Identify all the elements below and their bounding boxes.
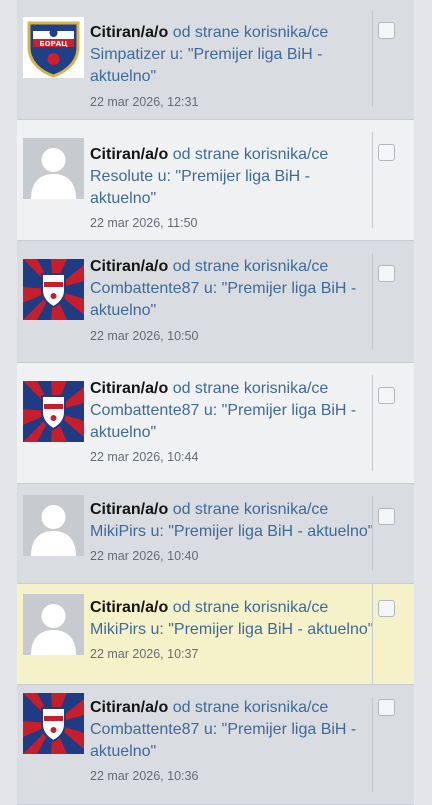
- alert-item[interactable]: Citiran/a/o od strane korisnika/ce Comba…: [17, 685, 414, 805]
- username-link[interactable]: MikiPirs: [90, 523, 146, 540]
- alert-item[interactable]: Citiran/a/o od strane korisnika/ce Comba…: [17, 241, 414, 363]
- divider: [372, 496, 373, 571]
- alert-item[interactable]: БОРАЦ Citiran/a/o od strane korisnika/ce…: [17, 0, 414, 120]
- quoted-label: Citiran/a/o: [90, 699, 169, 716]
- alert-item-unread[interactable]: Citiran/a/o od strane korisnika/ce MikiP…: [17, 584, 414, 685]
- mark-read-checkbox[interactable]: [378, 600, 395, 617]
- username-link[interactable]: MikiPirs: [90, 621, 146, 638]
- in-label: u:: [157, 168, 171, 185]
- mark-read-checkbox[interactable]: [378, 22, 395, 39]
- avatar[interactable]: [23, 693, 84, 754]
- quoted-label: Citiran/a/o: [90, 380, 169, 397]
- alert-date: 22 mar 2026, 12:31: [90, 95, 199, 109]
- username-link[interactable]: Combattente87: [90, 402, 199, 419]
- username-link[interactable]: Resolute: [90, 168, 153, 185]
- quoted-label: Citiran/a/o: [90, 258, 169, 275]
- topic-link[interactable]: "Premijer liga BiH - aktuelno": [168, 621, 373, 638]
- alert-date: 22 mar 2026, 10:36: [90, 769, 199, 783]
- alert-text[interactable]: Citiran/a/o od strane korisnika/ce Comba…: [90, 256, 370, 322]
- alert-item[interactable]: Citiran/a/o od strane korisnika/ce MikiP…: [17, 484, 414, 584]
- username-link[interactable]: Simpatizer: [90, 46, 166, 63]
- alert-date: 22 mar 2026, 10:50: [90, 329, 199, 343]
- topic-link[interactable]: "Premijer liga BiH - aktuelno": [168, 523, 373, 540]
- alert-item[interactable]: Citiran/a/o od strane korisnika/ce Comba…: [17, 363, 414, 484]
- alert-list: БОРАЦ Citiran/a/o od strane korisnika/ce…: [17, 0, 414, 805]
- alert-text[interactable]: Citiran/a/o od strane korisnika/ce Simpa…: [90, 22, 370, 88]
- mark-read-checkbox[interactable]: [378, 699, 395, 716]
- default-avatar-icon[interactable]: [23, 594, 84, 655]
- divider: [372, 584, 373, 684]
- alert-text[interactable]: Citiran/a/o od strane korisnika/ce MikiP…: [90, 499, 375, 543]
- quoted-label: Citiran/a/o: [90, 24, 169, 41]
- avatar[interactable]: БОРАЦ: [23, 17, 84, 78]
- username-link[interactable]: Combattente87: [90, 721, 199, 738]
- alert-date: 22 mar 2026, 10:40: [90, 549, 199, 563]
- avatar[interactable]: [23, 381, 84, 442]
- by-user-label: od strane korisnika/ce: [172, 258, 329, 275]
- alert-text[interactable]: Citiran/a/o od strane korisnika/ce Comba…: [90, 697, 370, 763]
- alert-date: 22 mar 2026, 10:37: [90, 647, 199, 661]
- in-label: u:: [203, 402, 218, 419]
- quoted-label: Citiran/a/o: [90, 146, 169, 163]
- divider: [372, 253, 373, 350]
- mark-read-checkbox[interactable]: [378, 265, 395, 282]
- in-label: u:: [150, 523, 164, 540]
- by-user-label: od strane korisnika/ce: [172, 146, 329, 163]
- quoted-label: Citiran/a/o: [90, 501, 169, 518]
- alert-text[interactable]: Citiran/a/o od strane korisnika/ce Resol…: [90, 144, 370, 210]
- username-link[interactable]: Combattente87: [90, 280, 199, 297]
- avatar[interactable]: [23, 259, 84, 320]
- in-label: u:: [203, 721, 218, 738]
- alert-text[interactable]: Citiran/a/o od strane korisnika/ce MikiP…: [90, 597, 375, 641]
- alert-date: 22 mar 2026, 11:50: [90, 216, 198, 230]
- divider: [372, 697, 373, 792]
- divider: [372, 375, 373, 471]
- divider: [372, 10, 373, 107]
- mark-read-checkbox[interactable]: [378, 508, 395, 525]
- by-user-label: od strane korisnika/ce: [172, 501, 329, 518]
- by-user-label: od strane korisnika/ce: [172, 699, 329, 716]
- alert-text[interactable]: Citiran/a/o od strane korisnika/ce Comba…: [90, 378, 370, 444]
- by-user-label: od strane korisnika/ce: [172, 24, 329, 41]
- mark-read-checkbox[interactable]: [378, 144, 395, 161]
- by-user-label: od strane korisnika/ce: [172, 380, 329, 397]
- by-user-label: od strane korisnika/ce: [172, 599, 329, 616]
- in-label: u:: [150, 621, 164, 638]
- alert-date: 22 mar 2026, 10:44: [90, 450, 199, 464]
- crest-text: БОРАЦ: [39, 40, 68, 48]
- in-label: u:: [170, 46, 184, 63]
- default-avatar-icon[interactable]: [23, 495, 84, 556]
- mark-read-checkbox[interactable]: [378, 387, 395, 404]
- divider: [372, 132, 373, 228]
- alert-item[interactable]: Citiran/a/o od strane korisnika/ce Resol…: [17, 120, 414, 241]
- default-avatar-icon[interactable]: [23, 138, 84, 199]
- quoted-label: Citiran/a/o: [90, 599, 169, 616]
- in-label: u:: [203, 280, 218, 297]
